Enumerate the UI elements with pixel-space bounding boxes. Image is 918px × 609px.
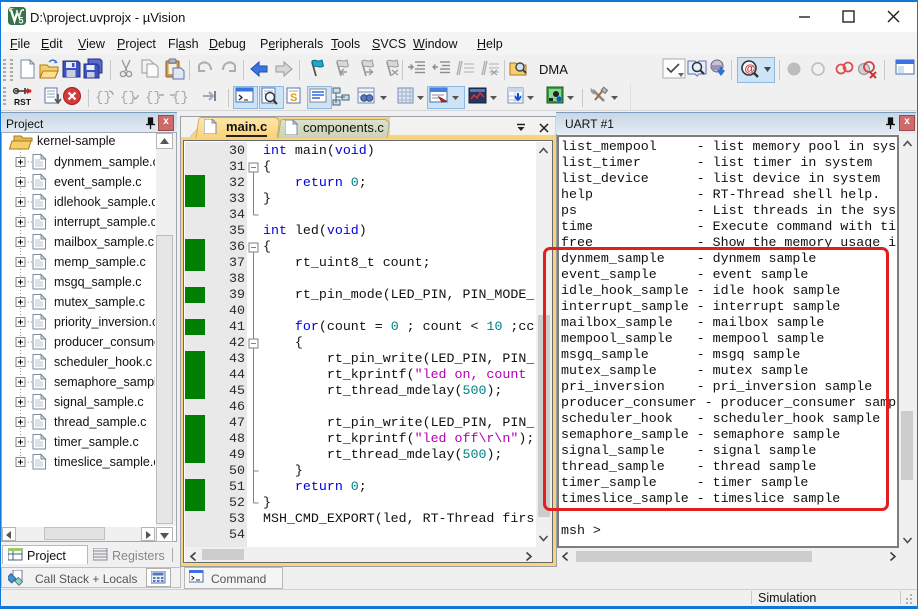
svg-text:{}: {}: [145, 90, 162, 106]
svg-text:{}: {}: [172, 90, 189, 106]
svg-text:{}: {}: [120, 90, 137, 106]
svg-text:S: S: [290, 92, 297, 104]
svg-text:{}: {}: [95, 90, 112, 106]
svg-text:5: 5: [19, 16, 24, 26]
svg-text:RST: RST: [14, 97, 32, 107]
